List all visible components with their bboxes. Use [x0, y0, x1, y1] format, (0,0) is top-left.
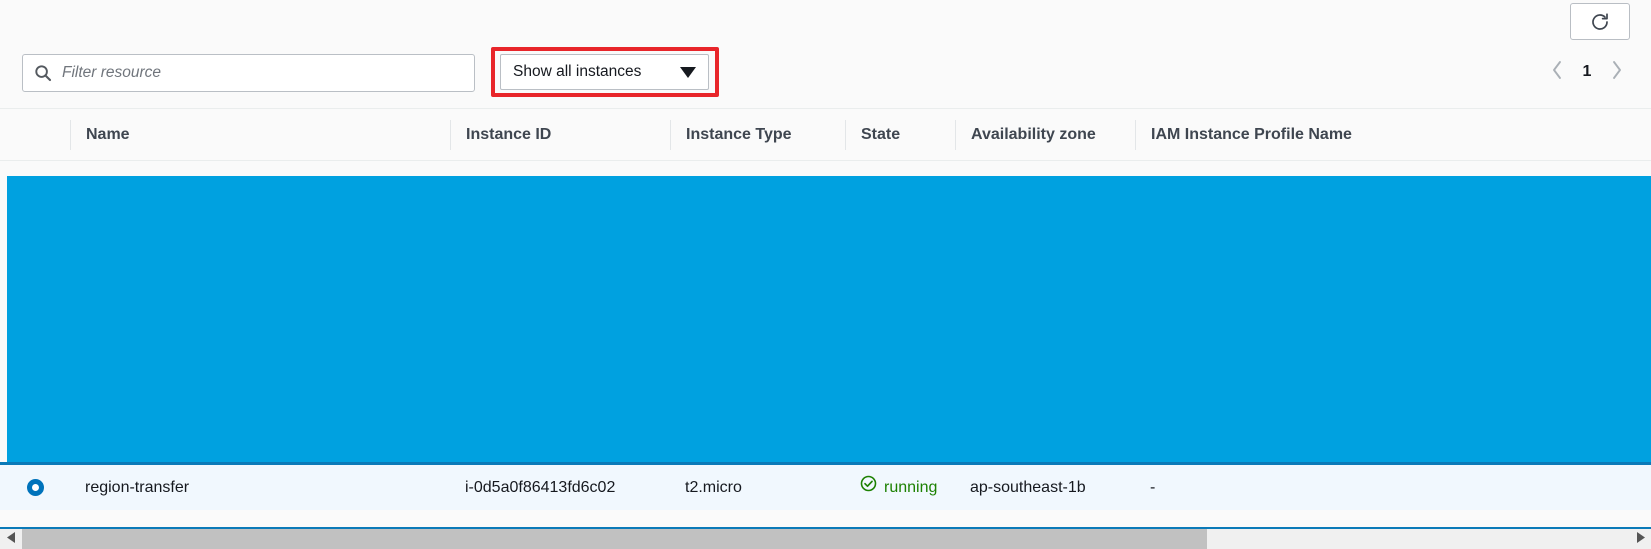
table-header-row: Name Instance ID Instance Type State Ava… — [0, 108, 1651, 161]
chevron-right-icon — [1611, 60, 1623, 85]
scrollbar-track[interactable] — [22, 528, 1629, 549]
table-row[interactable]: region-transfer i-0d5a0f86413fd6c02 t2.m… — [0, 465, 1651, 510]
search-input[interactable] — [62, 64, 464, 82]
cell-instance-id: i-0d5a0f86413fd6c02 — [465, 479, 616, 496]
check-circle-icon — [860, 465, 877, 510]
horizontal-scrollbar[interactable] — [0, 527, 1651, 549]
cell-instance-type: t2.micro — [685, 479, 742, 496]
column-header-availability-zone[interactable]: Availability zone — [955, 119, 1135, 150]
search-icon — [33, 63, 53, 83]
status-badge: running — [884, 479, 938, 496]
column-header-instance-id[interactable]: Instance ID — [450, 119, 670, 150]
cell-name: region-transfer — [85, 479, 190, 496]
column-header-instance-type[interactable]: Instance Type — [670, 119, 845, 150]
pagination: 1 — [1549, 58, 1625, 86]
row-select-cell[interactable] — [0, 465, 70, 510]
cell-state: running — [845, 465, 955, 510]
cell-availability-zone: ap-southeast-1b — [970, 479, 1086, 496]
chevron-left-icon — [1551, 60, 1563, 85]
scroll-right-button[interactable] — [1629, 528, 1651, 549]
table-body-overlay — [7, 176, 1651, 462]
refresh-button[interactable] — [1570, 3, 1630, 40]
show-instances-dropdown-label: Show all instances — [513, 63, 642, 80]
select-column-header — [0, 120, 70, 150]
pagination-prev-button[interactable] — [1549, 60, 1565, 85]
scrollbar-thumb[interactable] — [22, 529, 1207, 549]
triangle-right-icon — [1636, 530, 1645, 548]
column-header-name[interactable]: Name — [70, 119, 450, 150]
chevron-down-icon — [680, 66, 696, 78]
toolbar: Show all instances 1 — [0, 0, 1651, 108]
ec2-instance-list-panel: Show all instances 1 — [0, 0, 1651, 549]
triangle-left-icon — [6, 530, 16, 548]
cell-iam-instance-profile-name: - — [1150, 479, 1156, 496]
pagination-next-button[interactable] — [1609, 60, 1625, 85]
scroll-left-button[interactable] — [0, 528, 22, 549]
pagination-page-number[interactable]: 1 — [1581, 63, 1593, 81]
show-instances-dropdown[interactable]: Show all instances — [500, 54, 709, 90]
column-header-iam-instance-profile-name[interactable]: IAM Instance Profile Name — [1135, 119, 1385, 150]
filter-resource-field[interactable] — [22, 54, 475, 92]
column-header-state[interactable]: State — [845, 119, 955, 150]
row-radio-button[interactable] — [26, 479, 44, 496]
refresh-icon — [1589, 11, 1611, 33]
